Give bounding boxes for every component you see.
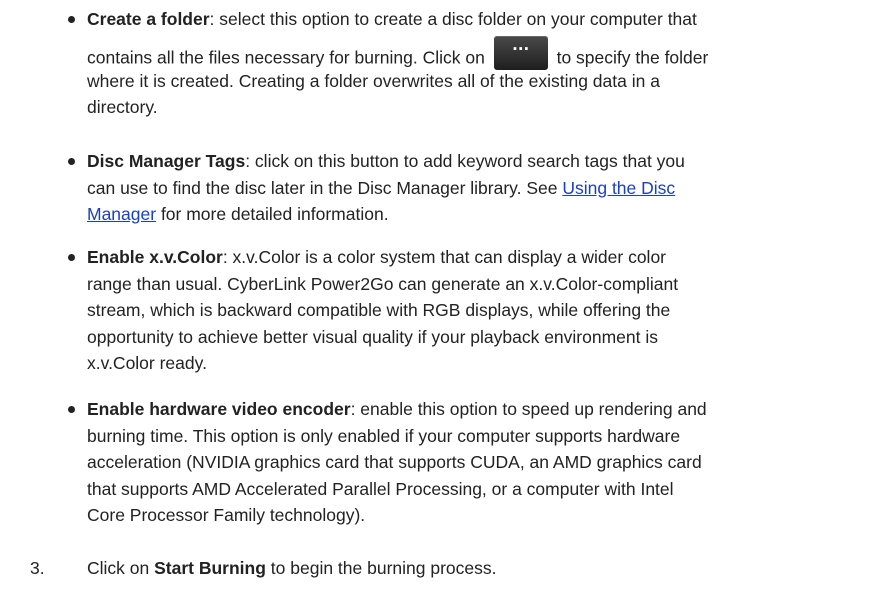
bullet-icon [68,158,75,165]
bullet-icon [68,16,75,23]
browse-button[interactable]: ··· [493,35,548,70]
term-hardware-encoder: Enable hardware video encoder [87,399,351,419]
document-page: Create a folder: select this option to c… [0,0,884,591]
using-disc-manager-link-cont[interactable]: Manager [87,204,156,224]
start-burning-term: Start Burning [154,558,266,578]
list-item-text: Enable x.v.Color: x.v.Color is a color s… [87,247,679,373]
list-item-text: Enable hardware video encoder: enable th… [87,399,707,525]
step-3: 3. Click on Start Burning to begin the bu… [30,555,870,582]
bullet-icon [68,254,75,261]
step-number: 3. [30,558,45,578]
bullet-icon [68,406,75,413]
list-item-text: Create a folder: select this option to c… [87,9,709,117]
list-item-text: Disc Manager Tags: click on this button … [87,151,685,224]
term-disc-manager-tags: Disc Manager Tags [87,151,246,171]
term-create-folder: Create a folder [87,9,210,29]
using-disc-manager-link[interactable]: Using the Disc [562,178,675,198]
term-enable-xvcolor: Enable x.v.Color [87,247,223,267]
